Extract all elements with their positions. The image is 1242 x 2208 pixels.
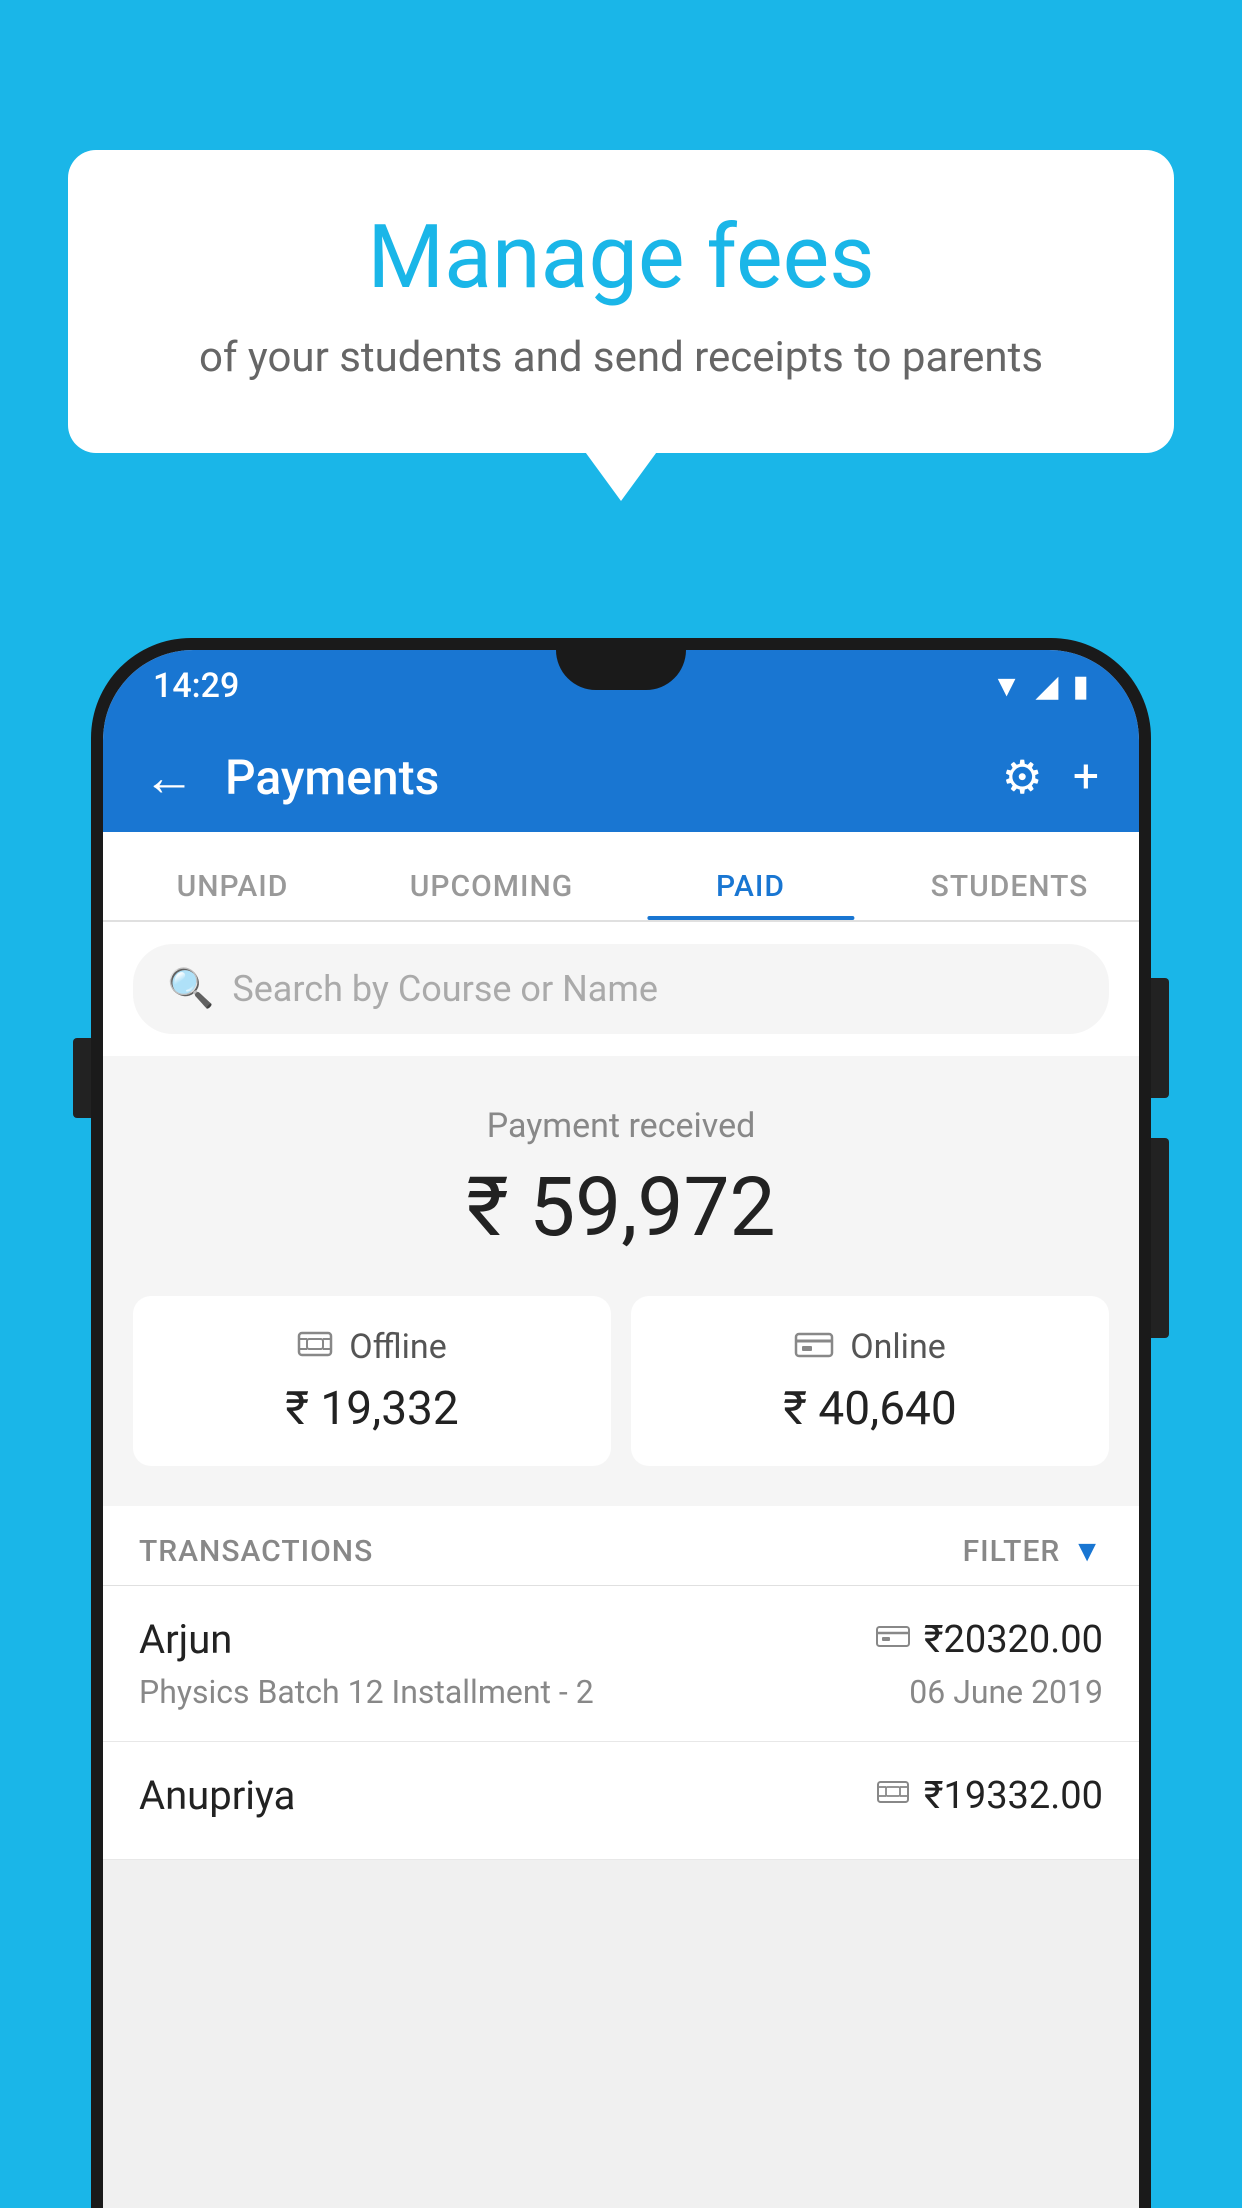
tab-paid[interactable]: PAID: [621, 869, 880, 920]
settings-icon[interactable]: ⚙: [1002, 750, 1043, 805]
signal-icon: ◢: [1035, 669, 1058, 704]
offline-card-amount: ₹ 19,332: [285, 1382, 459, 1436]
search-box[interactable]: 🔍 Search by Course or Name: [133, 944, 1109, 1034]
transaction-type-icon: [876, 1622, 910, 1657]
status-icons: ▼ ◢ ▮: [992, 669, 1089, 704]
transaction-row[interactable]: Arjun ₹20320.00 Physics Batch 12 Install…: [103, 1586, 1139, 1742]
payment-received-label: Payment received: [133, 1106, 1109, 1146]
wifi-icon: ▼: [992, 669, 1022, 704]
filter-icon: ▼: [1072, 1534, 1103, 1569]
filter-label: FILTER: [963, 1534, 1061, 1569]
transaction-type-icon: [876, 1778, 910, 1814]
notch: [556, 650, 686, 690]
online-card: Online ₹ 40,640: [631, 1296, 1109, 1466]
app-bar-title: Payments: [225, 749, 1002, 806]
search-placeholder-text: Search by Course or Name: [232, 968, 658, 1010]
speech-bubble-wrapper: Manage fees of your students and send re…: [68, 150, 1174, 453]
tabs-bar: UNPAID UPCOMING PAID STUDENTS: [103, 832, 1139, 922]
transactions-header: TRANSACTIONS FILTER ▼: [103, 1506, 1139, 1586]
search-icon: 🔍: [167, 967, 214, 1011]
offline-card-type: Offline: [349, 1327, 446, 1367]
back-button[interactable]: ←: [143, 747, 195, 808]
transaction-amount: ₹19332.00: [924, 1774, 1103, 1818]
app-bar: ← Payments ⚙ +: [103, 722, 1139, 832]
transaction-date: 06 June 2019: [909, 1673, 1103, 1711]
transaction-amount-wrap: ₹20320.00: [876, 1618, 1103, 1662]
transaction-amount: ₹20320.00: [924, 1618, 1103, 1662]
payment-received-amount: ₹ 59,972: [133, 1160, 1109, 1256]
transaction-bottom: Physics Batch 12 Installment - 2 06 June…: [139, 1673, 1103, 1711]
filter-button[interactable]: FILTER ▼: [963, 1534, 1103, 1569]
tab-students[interactable]: STUDENTS: [880, 869, 1139, 920]
transaction-name: Arjun: [139, 1616, 232, 1663]
bubble-subtitle: of your students and send receipts to pa…: [148, 329, 1094, 388]
transaction-course: Physics Batch 12 Installment - 2: [139, 1673, 594, 1711]
offline-card-header: Offline: [297, 1326, 446, 1368]
battery-icon: ▮: [1072, 669, 1089, 704]
side-button-right-2: [1151, 1138, 1169, 1338]
side-button-right-1: [1151, 978, 1169, 1098]
online-card-type: Online: [850, 1327, 946, 1367]
speech-bubble: Manage fees of your students and send re…: [68, 150, 1174, 453]
tab-upcoming[interactable]: UPCOMING: [362, 869, 621, 920]
payment-received-section: Payment received ₹ 59,972: [103, 1056, 1139, 1506]
bubble-title: Manage fees: [148, 210, 1094, 307]
transaction-top: Anupriya ₹19332.00: [139, 1772, 1103, 1819]
transaction-name: Anupriya: [139, 1772, 295, 1819]
payment-cards: Offline ₹ 19,332: [133, 1296, 1109, 1466]
add-button[interactable]: +: [1073, 750, 1099, 804]
online-card-header: Online: [794, 1326, 946, 1368]
phone-frame: 14:29 ▼ ◢ ▮ ← Payments ⚙ + UNPAID UPCOMI…: [91, 638, 1151, 2208]
side-button-left: [73, 1038, 91, 1118]
transaction-row[interactable]: Anupriya ₹19332.00: [103, 1742, 1139, 1860]
transaction-amount-wrap: ₹19332.00: [876, 1774, 1103, 1818]
app-bar-actions: ⚙ +: [1002, 750, 1099, 805]
status-bar: 14:29 ▼ ◢ ▮: [103, 650, 1139, 722]
status-time: 14:29: [153, 666, 239, 706]
transaction-top: Arjun ₹20320.00: [139, 1616, 1103, 1663]
online-card-amount: ₹ 40,640: [783, 1382, 957, 1436]
transactions-label: TRANSACTIONS: [139, 1534, 373, 1569]
search-container: 🔍 Search by Course or Name: [103, 922, 1139, 1056]
offline-icon: [297, 1326, 333, 1368]
offline-card: Offline ₹ 19,332: [133, 1296, 611, 1466]
phone-screen: 14:29 ▼ ◢ ▮ ← Payments ⚙ + UNPAID UPCOMI…: [103, 650, 1139, 2208]
online-icon: [794, 1326, 834, 1368]
tab-unpaid[interactable]: UNPAID: [103, 869, 362, 920]
